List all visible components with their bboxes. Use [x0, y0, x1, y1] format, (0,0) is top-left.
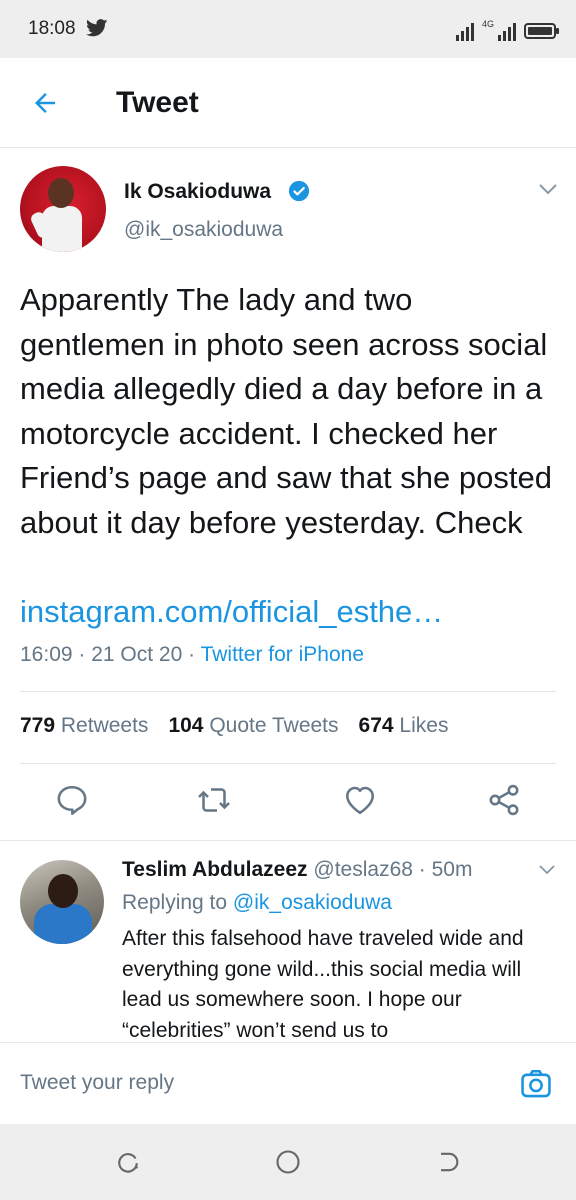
reply-age: 50m [431, 858, 473, 881]
divider [20, 691, 556, 692]
share-icon[interactable] [486, 782, 522, 818]
tweet-stats: 779 Retweets 104 Quote Tweets 674 Likes [20, 714, 448, 738]
home-circle-icon[interactable] [274, 1148, 302, 1176]
meta-separator: · [412, 858, 432, 881]
tweet-meta: 16:09 · 21 Oct 20 · Twitter for iPhone [20, 643, 364, 667]
tweet-actions [0, 782, 576, 822]
divider [20, 763, 556, 764]
wifi-signal-icon [455, 21, 474, 41]
camera-icon[interactable] [518, 1067, 554, 1101]
recent-apps-icon[interactable] [114, 1148, 142, 1176]
replying-to: Replying to @ik_osakioduwa [122, 891, 392, 915]
likes-stat[interactable]: 674 Likes [359, 714, 449, 738]
quote-tweets-stat[interactable]: 104 Quote Tweets [168, 714, 338, 738]
chevron-down-icon[interactable] [538, 182, 558, 196]
divider [0, 840, 576, 841]
reply-icon[interactable] [54, 782, 90, 818]
reply-text: After this falsehood have traveled wide … [122, 927, 524, 1042]
replying-mention-link[interactable]: @ik_osakioduwa [233, 891, 392, 914]
retweets-label: Retweets [60, 714, 149, 737]
status-bar: 18:08 4G [0, 0, 576, 58]
reply-input[interactable] [20, 1071, 490, 1095]
retweets-stat[interactable]: 779 Retweets [20, 714, 148, 738]
quote-tweets-count: 104 [168, 714, 204, 737]
status-indicators: 4G [455, 17, 559, 41]
cell-signal-icon [498, 21, 516, 41]
meta-separator: · [72, 643, 92, 666]
chevron-down-icon[interactable] [538, 864, 556, 876]
likes-label: Likes [399, 714, 449, 737]
tweet-source-link[interactable]: Twitter for iPhone [201, 643, 364, 666]
author-handle[interactable]: @ik_osakioduwa [124, 218, 283, 242]
quote-tweets-label: Quote Tweets [209, 714, 339, 737]
reply-author-avatar[interactable] [20, 860, 104, 944]
retweets-count: 779 [20, 714, 56, 737]
system-navigation-bar [0, 1124, 576, 1200]
battery-icon [524, 23, 559, 39]
reply-author-name[interactable]: Teslim Abdulazeez [122, 858, 308, 881]
tweet-text: Apparently The lady and two gentlemen in… [20, 282, 552, 540]
verified-badge-icon [288, 180, 310, 202]
replying-prefix: Replying to [122, 891, 228, 914]
meta-separator: · [182, 643, 201, 666]
twitter-bird-icon [86, 19, 108, 37]
status-time: 18:08 [28, 18, 76, 39]
header: Tweet [0, 58, 576, 148]
author-name[interactable]: Ik Osakioduwa [124, 180, 271, 204]
reply-composer [0, 1042, 576, 1124]
back-nav-icon[interactable] [434, 1148, 462, 1176]
tweet-time: 16:09 [20, 643, 73, 666]
retweet-icon[interactable] [196, 782, 232, 818]
tweet-date: 21 Oct 20 [91, 643, 183, 666]
arrow-left-icon[interactable] [30, 88, 60, 118]
page-title: Tweet [116, 86, 199, 119]
reply-header: Teslim Abdulazeez @teslaz68 · 50m [122, 858, 472, 882]
reply-author-handle[interactable]: @teslaz68 [313, 858, 413, 881]
like-heart-icon[interactable] [342, 782, 378, 818]
likes-count: 674 [358, 714, 394, 737]
network-type-label: 4G [481, 19, 494, 29]
author-avatar[interactable] [20, 166, 106, 252]
tweet-link[interactable]: instagram.com/official_esthe… [20, 590, 443, 634]
